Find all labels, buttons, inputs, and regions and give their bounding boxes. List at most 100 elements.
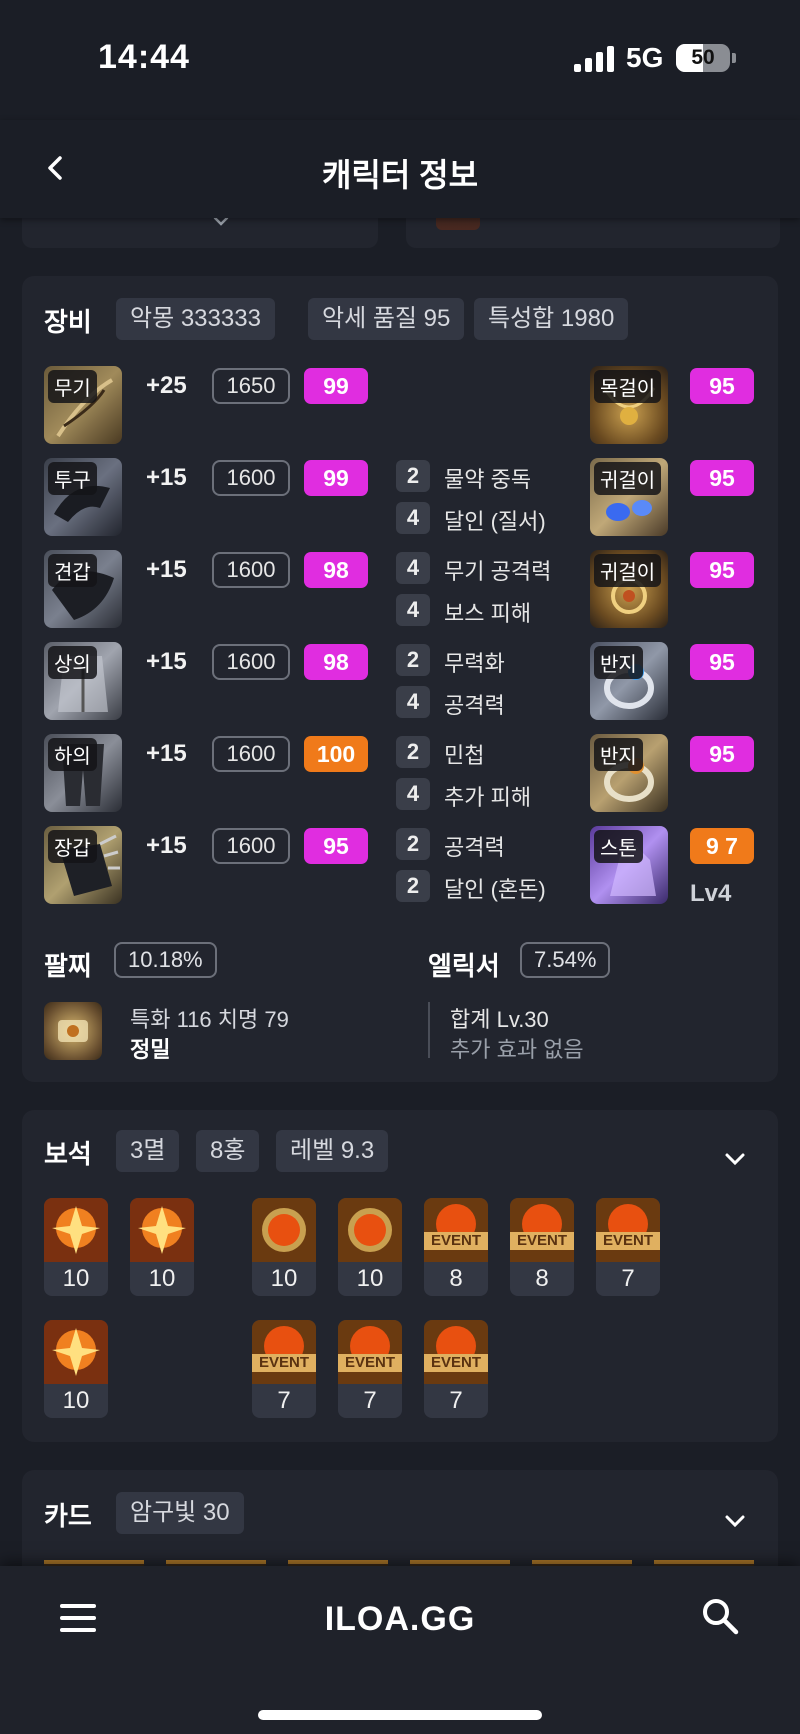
slot-label: 귀걸이 [594, 554, 662, 587]
gem-damage[interactable]: 10 [130, 1198, 194, 1296]
engraving-level: 4 [396, 594, 430, 626]
weapon-icon[interactable]: 무기 [44, 366, 122, 444]
engraving-level: 4 [396, 552, 430, 584]
slot-label: 상의 [48, 646, 97, 679]
page-title: 캐릭터 정보 [321, 157, 479, 193]
gem-cooldown-event[interactable]: EVENT 7 [338, 1320, 402, 1418]
quality-badge: 95 [690, 644, 754, 680]
stone-level: Lv4 [690, 880, 732, 907]
ability-stone-icon[interactable]: 스톤 [590, 826, 668, 904]
engraving-level: 4 [396, 502, 430, 534]
gem-level: 7 [449, 1387, 463, 1414]
quality-badge: 99 [304, 368, 368, 404]
elixir-percent: 7.54% [520, 942, 611, 978]
engraving-level: 2 [396, 460, 430, 492]
item-level: 1600 [212, 460, 290, 496]
equipment-chip: 악세 품질 95 [308, 298, 465, 340]
engraving-name: 공격력 [444, 693, 505, 718]
gem-level: 8 [449, 1265, 463, 1292]
quality-badge: 95 [690, 736, 754, 772]
item-level: 1650 [212, 368, 290, 404]
engraving-name: 달인 (질서) [444, 509, 546, 534]
engraving-level: 2 [396, 644, 430, 676]
gems-card: 보석 3멸 8홍 레벨 9.3 10 10 10 10 EVENT 8 EVEN… [22, 1110, 778, 1442]
bracelet-effect: 정밀 [130, 1037, 171, 1062]
shoulder-icon[interactable]: 견갑 [44, 550, 122, 628]
gem-level: 10 [62, 1265, 90, 1292]
gem-level: 7 [621, 1265, 635, 1292]
quality-badge: 98 [304, 552, 368, 588]
quality-badge: 100 [304, 736, 368, 772]
slot-label: 귀걸이 [594, 462, 662, 495]
gem-level: 10 [270, 1265, 298, 1292]
event-label: EVENT [430, 1232, 481, 1249]
pants-icon[interactable]: 하의 [44, 734, 122, 812]
quality-badge: 95 [690, 368, 754, 404]
engraving-name: 보스 피해 [444, 601, 532, 626]
equipment-chip: 특성합 1980 [474, 298, 629, 340]
chevron-down-icon[interactable] [724, 1514, 746, 1528]
gem-damage[interactable]: 10 [44, 1198, 108, 1296]
event-label: EVENT [344, 1354, 395, 1371]
divider [428, 1002, 430, 1058]
slot-label: 장갑 [48, 830, 97, 863]
honing-level: +15 [146, 832, 187, 859]
signal-icon [574, 46, 614, 72]
status-bar: 14:44 5G 50 [0, 0, 800, 120]
bracelet-stats: 특화 116 치명 79 [130, 1007, 289, 1032]
gloves-icon[interactable]: 장갑 [44, 826, 122, 904]
engraving-name: 무기 공격력 [444, 559, 552, 584]
engraving-name: 민첩 [444, 743, 485, 768]
slot-label: 투구 [48, 462, 97, 495]
slot-label: 스톤 [594, 830, 643, 863]
slot-label: 목걸이 [594, 370, 662, 403]
event-label: EVENT [516, 1232, 567, 1249]
gem-chip: 3멸 [116, 1130, 180, 1172]
engraving-level: 4 [396, 686, 430, 718]
card-chip: 암구빛 30 [116, 1492, 244, 1534]
gem-level: 10 [62, 1387, 90, 1414]
search-icon[interactable] [700, 1596, 740, 1636]
status-time: 14:44 [98, 38, 190, 76]
necklace-icon[interactable]: 목걸이 [590, 366, 668, 444]
bottom-nav: ILOA.GG [0, 1566, 800, 1734]
battery-icon: 50 [676, 44, 730, 72]
stone-value-badge: 9 7 [690, 828, 754, 864]
gem-damage[interactable]: 10 [44, 1320, 108, 1418]
gem-cooldown-event[interactable]: EVENT 7 [596, 1198, 660, 1296]
gem-chip: 레벨 9.3 [276, 1130, 389, 1172]
gem-cooldown-event[interactable]: EVENT 7 [252, 1320, 316, 1418]
item-level: 1600 [212, 552, 290, 588]
gem-level: 7 [277, 1387, 291, 1414]
item-level: 1600 [212, 644, 290, 680]
chevron-down-icon[interactable] [724, 1152, 746, 1166]
earring-icon[interactable]: 귀걸이 [590, 550, 668, 628]
elixir-effect: 추가 효과 없음 [450, 1037, 584, 1062]
slot-label: 견갑 [48, 554, 97, 587]
event-label: EVENT [430, 1354, 481, 1371]
ring-icon[interactable]: 반지 [590, 642, 668, 720]
cards-title: 카드 [44, 1501, 92, 1531]
quality-badge: 95 [690, 460, 754, 496]
network-type: 5G [626, 42, 664, 73]
item-level: 1600 [212, 736, 290, 772]
battery-cap [732, 53, 736, 63]
ring-icon[interactable]: 반지 [590, 734, 668, 812]
bracelet-percent: 10.18% [114, 942, 217, 978]
battery-level: 50 [691, 46, 715, 69]
gem-cooldown-event[interactable]: EVENT 8 [424, 1198, 488, 1296]
header: 캐릭터 정보 [0, 120, 800, 218]
helmet-icon[interactable]: 투구 [44, 458, 122, 536]
gem-cooldown[interactable]: 10 [252, 1198, 316, 1296]
gem-cooldown-event[interactable]: EVENT 8 [510, 1198, 574, 1296]
gem-level: 10 [356, 1265, 384, 1292]
chest-icon[interactable]: 상의 [44, 642, 122, 720]
home-indicator[interactable] [258, 1710, 542, 1720]
honing-level: +25 [146, 372, 187, 399]
site-logo[interactable]: ILOA.GG [0, 1600, 800, 1639]
gem-cooldown-event[interactable]: EVENT 7 [424, 1320, 488, 1418]
event-label: EVENT [602, 1232, 653, 1249]
earring-icon[interactable]: 귀걸이 [590, 458, 668, 536]
bracelet-icon[interactable] [44, 1002, 102, 1060]
gem-cooldown[interactable]: 10 [338, 1198, 402, 1296]
